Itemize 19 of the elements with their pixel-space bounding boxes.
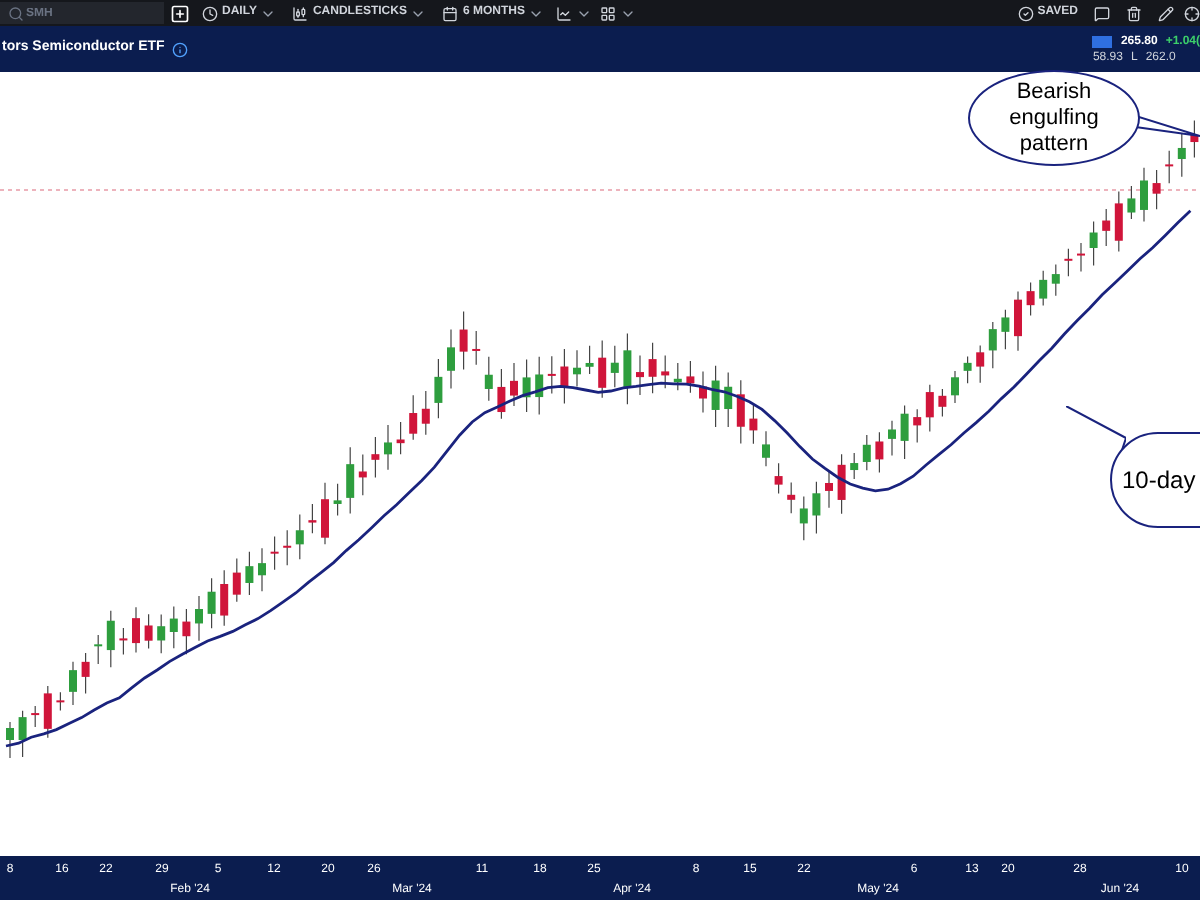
add-icon[interactable]: [170, 3, 190, 23]
callout-pointer: [1066, 406, 1126, 450]
callout-bubble: 10-day: [1110, 432, 1200, 528]
crosshair-icon[interactable]: [1184, 5, 1200, 21]
comment-icon[interactable]: [1094, 5, 1110, 21]
grid-icon: [600, 5, 617, 21]
line-chart-icon: [556, 5, 573, 21]
indicators-button[interactable]: [556, 5, 593, 21]
price-tag-icon: [1092, 35, 1113, 47]
trash-icon[interactable]: [1126, 5, 1142, 21]
clock-icon: [202, 5, 218, 21]
candlestick-icon: [292, 5, 309, 21]
layout-button[interactable]: [600, 5, 637, 21]
info-icon[interactable]: [172, 41, 189, 57]
calendar-icon: [442, 5, 459, 21]
check-icon: [1017, 5, 1034, 21]
callout-bubble: Bearish engulfing pattern: [968, 70, 1140, 166]
pencil-icon[interactable]: [1158, 5, 1174, 21]
search-icon: [8, 5, 24, 21]
